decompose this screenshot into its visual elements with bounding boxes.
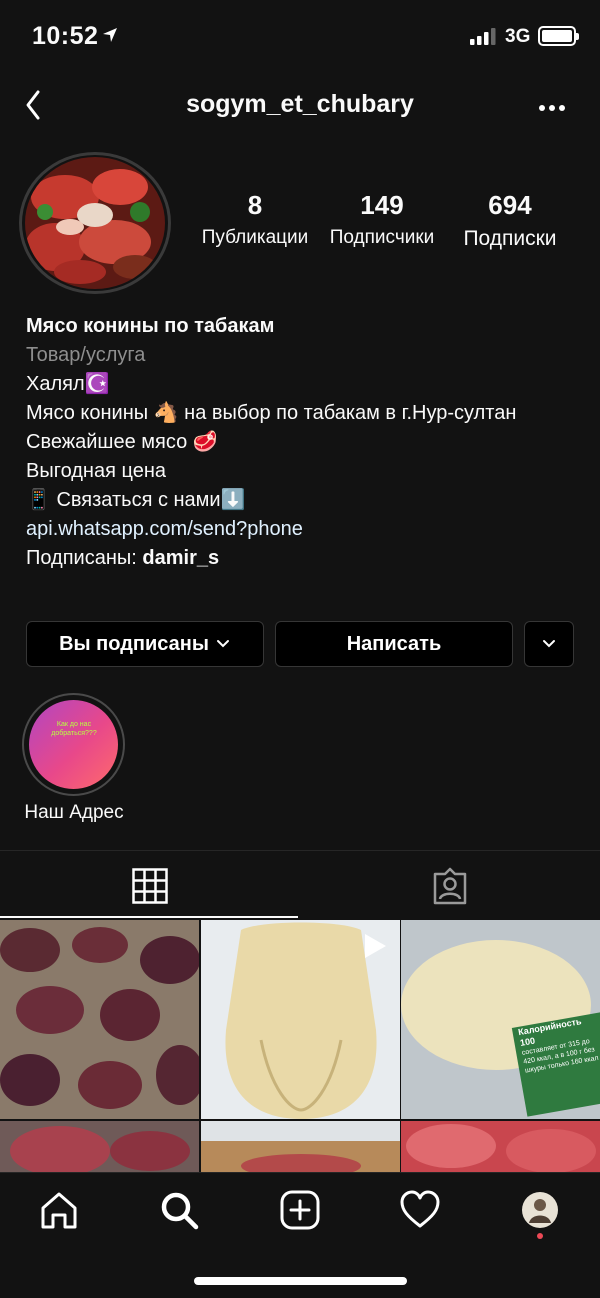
profile-username: sogym_et_chubary xyxy=(186,90,414,118)
following-button-label: Вы подписаны xyxy=(59,632,209,655)
profile-tabs xyxy=(0,850,600,920)
bio-line: Мясо конины 🐴 на выбор по табакам в г.Ну… xyxy=(26,402,517,424)
profile-bio: Мясо конины по табакам Товар/услуга Халя… xyxy=(26,312,586,573)
stat-followers-label: Подписчики xyxy=(329,227,435,248)
battery-icon xyxy=(538,26,579,46)
nav-profile[interactable] xyxy=(517,1187,563,1233)
post-thumbnail[interactable] xyxy=(0,1121,199,1174)
followed-by[interactable]: Подписаны: damir_s xyxy=(26,544,586,573)
profile-avatar[interactable] xyxy=(25,157,165,289)
post-thumbnail[interactable] xyxy=(201,1121,400,1174)
message-button-label: Написать xyxy=(346,632,442,655)
home-indicator xyxy=(194,1277,407,1285)
nav-home[interactable] xyxy=(36,1187,82,1233)
post-thumbnail[interactable] xyxy=(0,920,199,1119)
stat-following-value: 694 xyxy=(488,190,532,220)
bio-line: Свежайшее мясо 🥩 xyxy=(26,431,218,453)
stat-posts[interactable]: 8 Публикации xyxy=(195,190,315,249)
followed-by-user: damir_s xyxy=(142,547,220,569)
suggested-accounts-button[interactable] xyxy=(524,621,574,667)
home-icon xyxy=(41,1192,77,1229)
profile-display-name: Мясо конины по табакам xyxy=(26,315,275,337)
stat-followers[interactable]: 149 Подписчики xyxy=(322,190,442,249)
chevron-down-icon xyxy=(216,640,229,648)
posts-grid: Калорийность 100 составляет от 315 до 42… xyxy=(0,920,600,1174)
profile-header: sogym_et_chubary xyxy=(0,78,600,134)
highlight-cover-text: Как до нас добраться??? xyxy=(51,721,97,737)
bio-line: Выгодная цена xyxy=(26,460,166,482)
stat-posts-label: Публикации xyxy=(201,227,309,248)
nav-activity[interactable] xyxy=(397,1187,443,1233)
profile-avatar-icon xyxy=(522,1192,558,1228)
tagged-person-icon xyxy=(433,867,467,905)
status-time: 10:52 xyxy=(32,22,99,50)
stat-following-label: Подписки xyxy=(463,227,557,250)
stat-posts-value: 8 xyxy=(247,190,263,220)
location-arrow-icon xyxy=(103,28,117,42)
highlight-label: Наш Адрес xyxy=(24,802,124,823)
post-thumbnail[interactable]: Калорийность 100 составляет от 315 до 42… xyxy=(401,920,600,1119)
post-thumbnail[interactable] xyxy=(401,1121,600,1174)
tab-grid[interactable] xyxy=(0,851,300,921)
tab-active-indicator xyxy=(0,916,298,918)
grid-icon xyxy=(132,868,168,904)
chevron-down-icon xyxy=(543,640,555,648)
cellular-signal-icon xyxy=(470,28,496,45)
profile-category: Товар/услуга xyxy=(26,344,146,366)
network-type: 3G xyxy=(505,26,531,47)
nav-add[interactable] xyxy=(277,1187,323,1233)
stat-following[interactable]: 694 Подписки xyxy=(452,190,568,251)
search-icon xyxy=(161,1192,199,1230)
add-post-icon xyxy=(280,1190,320,1230)
notification-dot xyxy=(537,1233,543,1239)
heart-icon xyxy=(400,1190,440,1228)
following-button[interactable]: Вы подписаны xyxy=(26,621,264,667)
story-highlight[interactable]: Как до нас добраться??? xyxy=(29,700,118,789)
post-thumbnail[interactable] xyxy=(201,920,400,1119)
video-play-icon xyxy=(365,934,386,958)
more-dots-icon[interactable] xyxy=(532,86,572,126)
meat-photo xyxy=(25,157,165,289)
tab-tagged[interactable] xyxy=(300,851,600,921)
stat-followers-value: 149 xyxy=(360,190,404,220)
nav-search[interactable] xyxy=(156,1187,202,1233)
bio-line: Халял☪️ xyxy=(26,373,110,395)
bio-link[interactable]: api.whatsapp.com/send?phone xyxy=(26,515,586,544)
bio-line: 📱 Связаться с нами⬇️ xyxy=(26,489,246,511)
message-button[interactable]: Написать xyxy=(275,621,513,667)
status-bar: 10:52 3G xyxy=(0,0,600,72)
followed-by-prefix: Подписаны: xyxy=(26,547,143,569)
